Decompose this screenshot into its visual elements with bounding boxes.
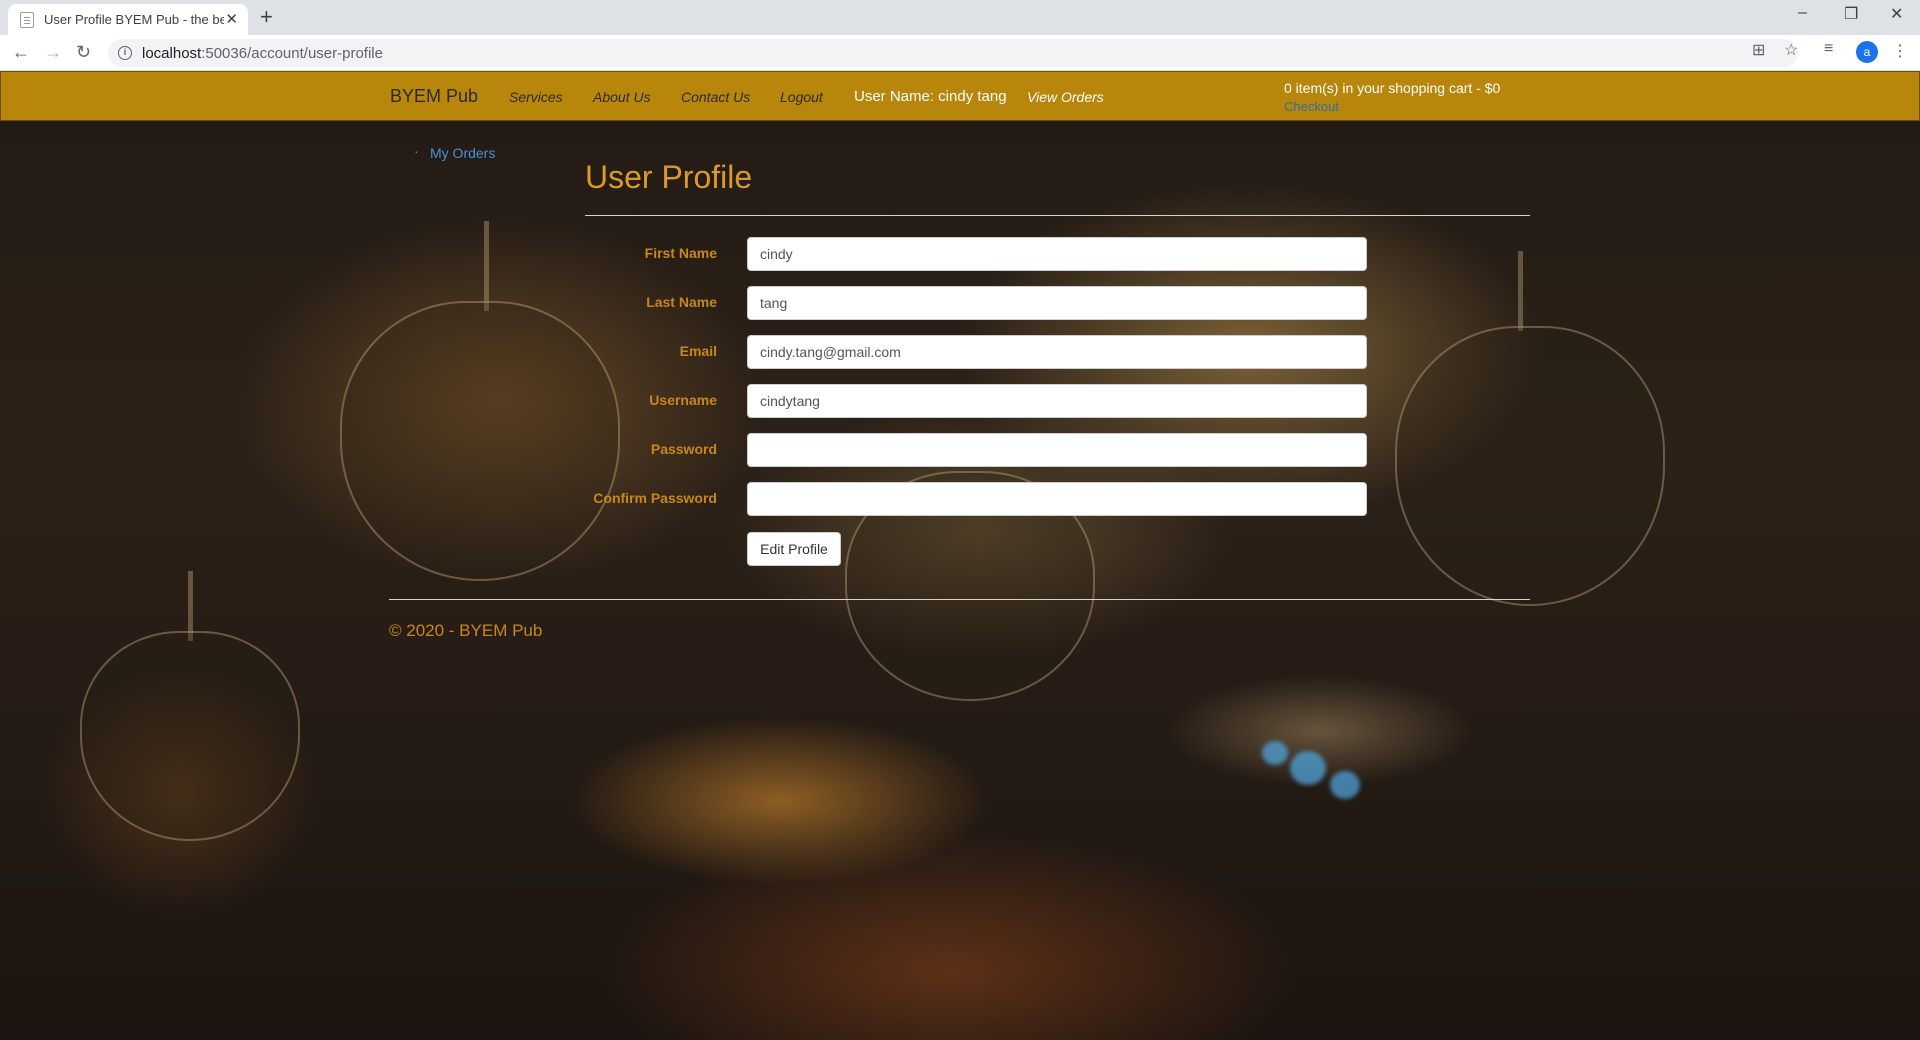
email-field[interactable]	[747, 335, 1367, 369]
profile-avatar[interactable]: a	[1856, 41, 1878, 63]
light-bokeh	[1262, 741, 1288, 765]
browser-tabstrip: User Profile BYEM Pub - the be ✕ + – ❐ ✕	[0, 0, 1920, 35]
address-bar[interactable]: i localhost:50036/account/user-profile	[108, 39, 1798, 67]
reading-list-icon[interactable]: ≡	[1824, 40, 1833, 58]
sidebar-my-orders[interactable]: My Orders	[414, 143, 495, 161]
menu-kebab-icon[interactable]: ⋮	[1892, 41, 1908, 61]
nav-username: User Name: cindy tang	[854, 88, 1007, 105]
confirm-password-label: Confirm Password	[593, 490, 717, 506]
tab-close-icon[interactable]: ✕	[225, 10, 238, 28]
minimize-icon[interactable]: –	[1798, 4, 1807, 22]
bookmark-star-icon[interactable]: ☆	[1784, 40, 1798, 60]
back-icon[interactable]: ←	[12, 42, 30, 63]
brand-link[interactable]: BYEM Pub	[390, 86, 478, 107]
nav-about[interactable]: About Us	[593, 89, 651, 105]
page-viewport: BYEM Pub Services About Us Contact Us Lo…	[0, 71, 1920, 1040]
glass-stem	[1518, 251, 1523, 331]
reload-icon[interactable]: ↻	[76, 42, 91, 63]
light-bokeh	[1290, 751, 1326, 785]
password-label: Password	[650, 441, 717, 457]
password-field[interactable]	[747, 433, 1367, 467]
username-label: Username	[649, 392, 717, 408]
translate-icon[interactable]: ⊞	[1752, 40, 1765, 60]
last-name-field[interactable]	[747, 286, 1367, 320]
browser-toolbar: ← → ↻ i localhost:50036/account/user-pro…	[0, 35, 1920, 71]
nav-view-orders[interactable]: View Orders	[1027, 89, 1104, 105]
close-window-icon[interactable]: ✕	[1890, 4, 1903, 24]
nav-logout[interactable]: Logout	[780, 89, 823, 105]
nav-contact[interactable]: Contact Us	[681, 89, 750, 105]
light-bokeh	[1330, 771, 1360, 799]
forward-icon[interactable]: →	[44, 42, 62, 63]
email-label: Email	[679, 343, 717, 359]
last-name-label: Last Name	[646, 294, 717, 310]
page-favicon-icon	[20, 12, 34, 28]
wine-glass	[80, 631, 300, 841]
site-navbar: BYEM Pub Services About Us Contact Us Lo…	[0, 71, 1920, 121]
confirm-password-field[interactable]	[747, 482, 1367, 516]
wine-glass	[1395, 326, 1665, 606]
edit-profile-button[interactable]: Edit Profile	[747, 532, 841, 566]
url-text: localhost:50036/account/user-profile	[142, 45, 383, 62]
page-title: User Profile	[585, 159, 753, 195]
footer-copyright: © 2020 - BYEM Pub	[389, 621, 543, 640]
first-name-label: First Name	[644, 245, 717, 261]
title-divider	[585, 215, 1530, 216]
new-tab-icon[interactable]: +	[260, 4, 273, 30]
footer-divider	[389, 599, 1530, 600]
tab-title: User Profile BYEM Pub - the be	[44, 12, 224, 27]
browser-tab[interactable]: User Profile BYEM Pub - the be ✕	[8, 4, 248, 35]
site-info-icon[interactable]: i	[118, 46, 132, 60]
first-name-field[interactable]	[747, 237, 1367, 271]
cart-summary: 0 item(s) in your shopping cart - $0	[1284, 80, 1501, 96]
glass-stem	[484, 221, 489, 311]
restore-icon[interactable]: ❐	[1844, 4, 1858, 24]
nav-services[interactable]: Services	[509, 89, 563, 105]
checkout-link[interactable]: Checkout	[1284, 99, 1339, 114]
username-field[interactable]	[747, 384, 1367, 418]
